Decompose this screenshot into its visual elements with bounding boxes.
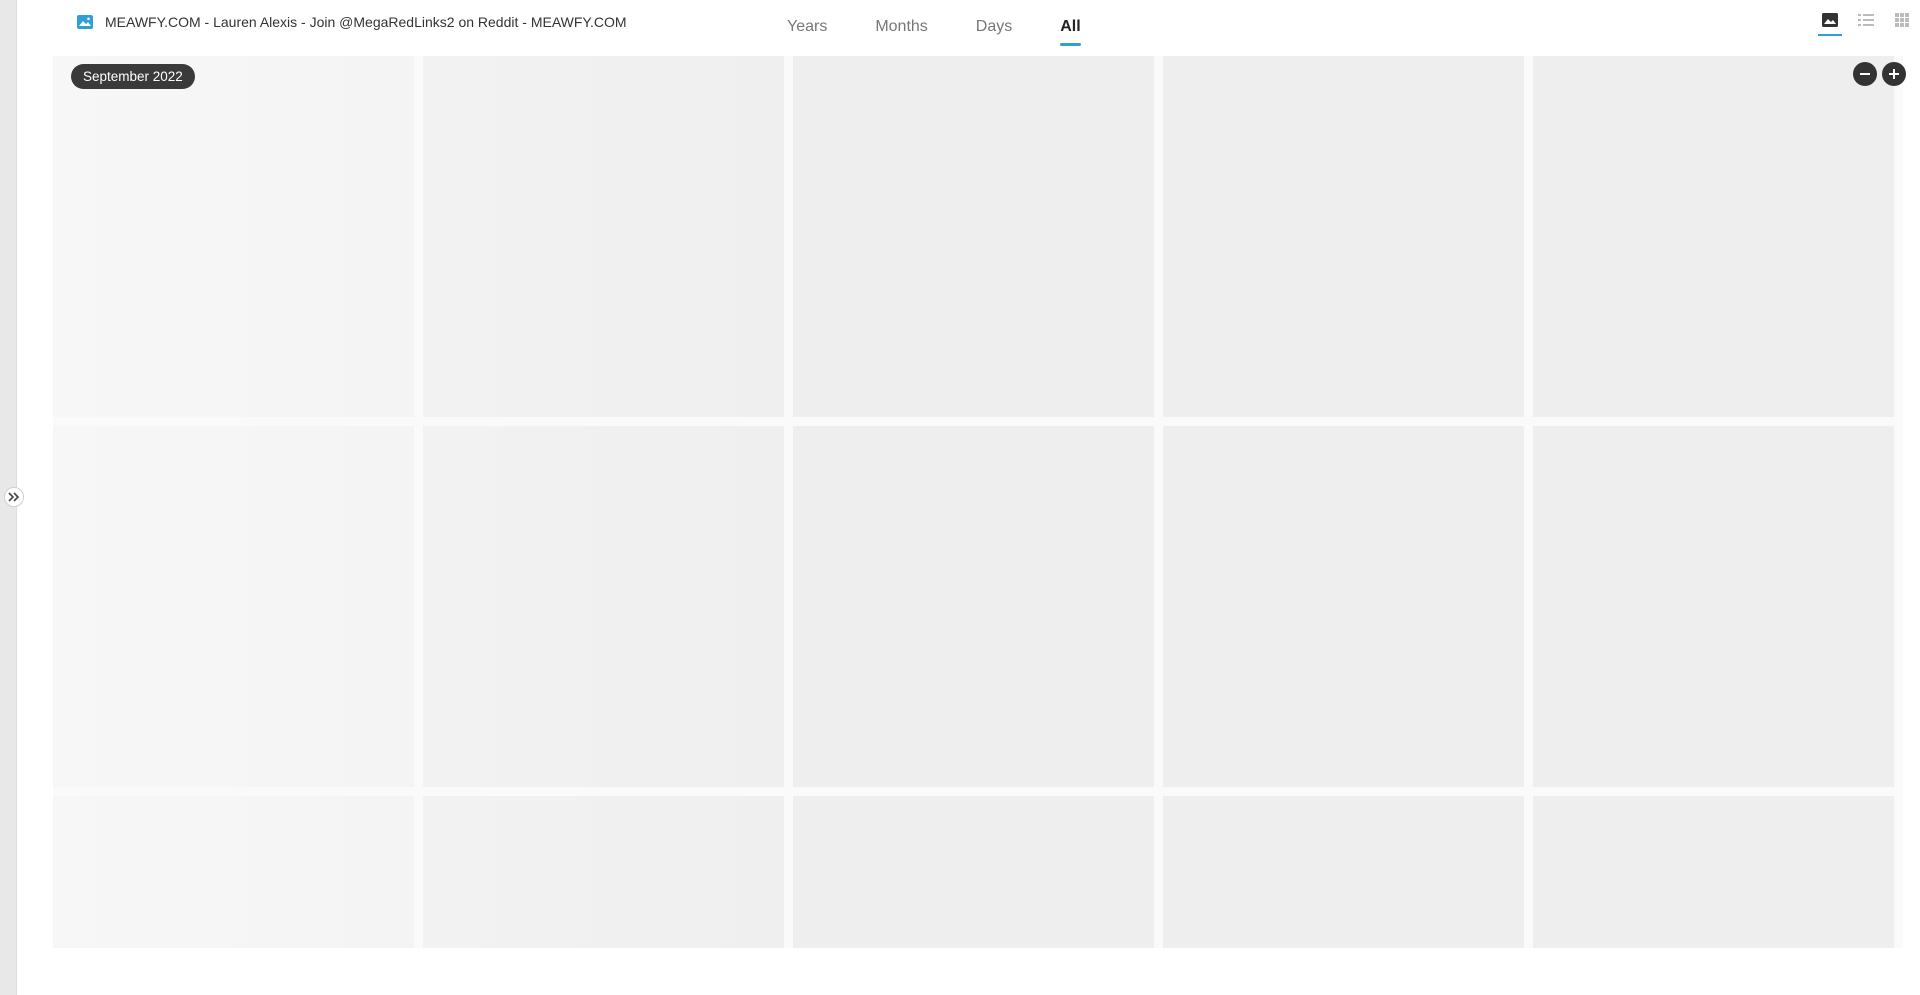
photo-view-button[interactable] bbox=[1818, 12, 1842, 36]
photo-tile[interactable] bbox=[793, 796, 1154, 948]
zoom-controls bbox=[1853, 62, 1906, 86]
album-title: MEAWFY.COM - Lauren Alexis - Join @MegaR… bbox=[105, 14, 627, 30]
plus-icon bbox=[1889, 69, 1899, 79]
album-title-area: MEAWFY.COM - Lauren Alexis - Join @MegaR… bbox=[77, 14, 627, 30]
date-group-badge: September 2022 bbox=[71, 64, 195, 89]
minus-icon bbox=[1860, 73, 1870, 75]
expand-sidebar-button[interactable] bbox=[4, 487, 24, 507]
zoom-in-button[interactable] bbox=[1882, 62, 1906, 86]
thumbnail-grid-icon bbox=[1895, 13, 1909, 27]
album-photo-icon bbox=[77, 15, 93, 29]
photo-tile[interactable] bbox=[1163, 426, 1524, 787]
photo-tile[interactable] bbox=[53, 796, 414, 948]
top-header: MEAWFY.COM - Lauren Alexis - Join @MegaR… bbox=[17, 0, 1920, 50]
photo-tile[interactable] bbox=[1533, 426, 1894, 787]
photo-tile[interactable] bbox=[423, 56, 784, 417]
view-mode-switcher bbox=[1818, 12, 1912, 36]
photo-tile[interactable] bbox=[1533, 796, 1894, 948]
photo-tile[interactable] bbox=[1163, 796, 1524, 948]
photo-gallery-grid bbox=[53, 56, 1903, 948]
time-scale-tabs: Years Months Days All bbox=[787, 0, 1129, 50]
photo-tile[interactable] bbox=[1163, 56, 1524, 417]
photo-tile[interactable] bbox=[793, 56, 1154, 417]
tab-days[interactable]: Days bbox=[976, 0, 1012, 50]
photo-tile[interactable] bbox=[53, 56, 414, 417]
photo-tile[interactable] bbox=[423, 796, 784, 948]
photo-tile[interactable] bbox=[423, 426, 784, 787]
photo-grid-icon bbox=[1822, 13, 1838, 27]
photo-tile[interactable] bbox=[53, 426, 414, 787]
thumbnail-view-button[interactable] bbox=[1892, 12, 1912, 36]
list-view-button[interactable] bbox=[1856, 12, 1876, 36]
double-chevron-right-icon bbox=[8, 492, 20, 502]
tab-months[interactable]: Months bbox=[875, 0, 927, 50]
tab-all[interactable]: All bbox=[1060, 0, 1082, 50]
tab-years[interactable]: Years bbox=[787, 0, 827, 50]
list-view-icon bbox=[1858, 14, 1874, 26]
photo-tile[interactable] bbox=[793, 426, 1154, 787]
photo-tile[interactable] bbox=[1533, 56, 1894, 417]
zoom-out-button[interactable] bbox=[1853, 62, 1877, 86]
